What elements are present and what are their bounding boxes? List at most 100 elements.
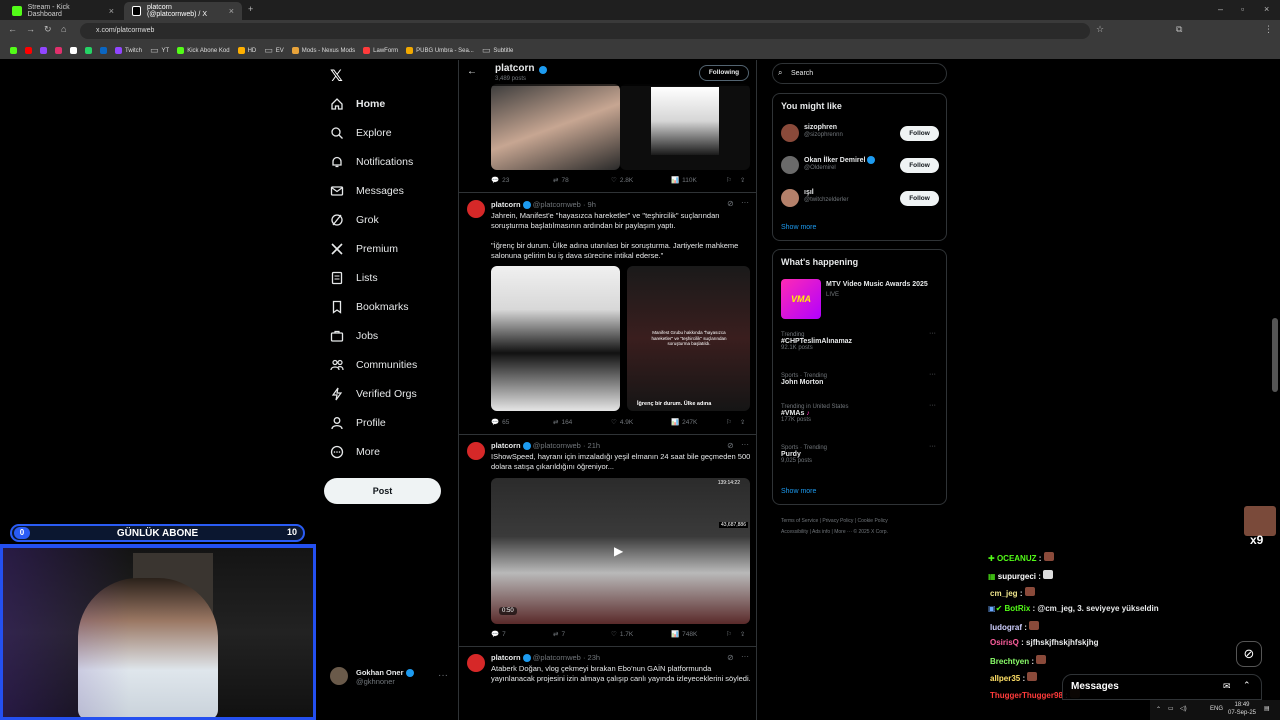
bookmark-pubg[interactable]: PUBG Umbra - Sea... [406,47,474,54]
trend-item[interactable]: Sports · Trending John Morton [781,373,941,386]
tab-platcorn[interactable]: platcorn (@platcornweb) / X × [124,2,242,20]
footer-link[interactable]: Accessibility [781,529,808,535]
avatar[interactable] [467,442,485,460]
more-icon[interactable]: ··· [741,440,749,449]
account-switcher[interactable]: Gokhan Oner @gkhnoner [356,668,414,686]
nav-profile[interactable]: Profile [330,413,386,433]
avatar[interactable] [781,156,799,174]
retweet-button[interactable]: ⇄ 7 [553,630,611,639]
maximize-button[interactable]: ▫ [1241,4,1244,14]
bookmark-star-icon[interactable]: ☆ [1096,24,1104,35]
bookmark-icon[interactable]: ⚐ [726,630,732,638]
views-button[interactable]: 📊 748K [671,630,726,639]
trend-item[interactable]: Trending in United States #VMAs ♪ 177K p… [781,404,941,423]
nav-jobs[interactable]: Jobs [330,326,378,346]
share-icon[interactable]: ⇪ [740,418,745,426]
home-icon[interactable]: ⌂ [61,24,66,34]
trend-more-icon[interactable]: ··· [929,371,936,378]
bookmark-twitch-icon[interactable] [40,47,47,54]
vma-logo[interactable]: VMA [781,279,821,319]
follow-button[interactable]: Follow [900,158,939,173]
nav-verified-orgs[interactable]: Verified Orgs [330,384,417,404]
x-logo-icon[interactable]: 𝕏 [330,66,343,86]
follow-button[interactable]: Follow [900,191,939,206]
show-more-link[interactable]: Show more [781,224,816,231]
following-button[interactable]: Following [699,65,749,81]
url-field[interactable]: x.com/platcornweb [80,23,1090,39]
like-button[interactable]: ♡ 4.9K [611,418,671,427]
author-name[interactable]: platcorn [491,653,521,662]
tweet-video[interactable]: 139:14:22 43,687,886 ▶ 0:50 [491,478,750,624]
tweet-time[interactable]: · 21h [583,441,600,450]
bookmark-twitch[interactable]: Twitch [115,47,142,54]
tweet-image-stage[interactable]: Manifest Grubu hakkında "hayasızca harek… [627,266,750,411]
bookmark-instagram-icon[interactable] [55,47,62,54]
footer-link[interactable]: Terms of Service [781,518,818,524]
back-arrow-icon[interactable]: ← [467,66,477,77]
expand-icon[interactable]: ⌃ [1243,680,1251,691]
play-icon[interactable]: ▶ [614,544,623,558]
messages-drawer[interactable]: Messages ✉ ⌃ [1062,674,1262,700]
search-input[interactable]: Search [772,63,947,84]
avatar[interactable] [781,124,799,142]
bookmark-x-icon[interactable] [70,47,77,54]
extensions-icon[interactable]: ⧉ [1176,24,1182,35]
nav-lists[interactable]: Lists [330,268,378,288]
avatar[interactable] [781,189,799,207]
author-name[interactable]: platcorn [491,441,521,450]
retweet-button[interactable]: ⇄ 164 [553,418,611,427]
reply-button[interactable]: 💬 7 [491,630,553,639]
bookmark-kick-abone[interactable]: Kick Abone Kod [177,47,230,54]
language-indicator[interactable]: ENG [1210,706,1223,712]
reload-icon[interactable]: ↻ [44,24,52,35]
nav-premium[interactable]: Premium [330,239,398,259]
bookmark-lawform[interactable]: LawForm [363,47,398,54]
close-icon[interactable]: × [229,6,234,16]
minimize-button[interactable]: – [1218,4,1223,14]
nav-notifications[interactable]: Notifications [330,152,413,172]
bookmark-icon[interactable]: ⚐ [726,418,732,426]
tab-kick-dashboard[interactable]: Stream - Kick Dashboard × [4,2,122,20]
nav-home[interactable]: Home [330,94,385,114]
nav-messages[interactable]: Messages [330,181,404,201]
bookmark-linkedin-icon[interactable] [100,47,107,54]
trend-more-icon[interactable]: ··· [929,330,936,337]
window-close-button[interactable]: × [1264,4,1269,14]
avatar[interactable] [330,667,348,685]
bookmark-hd[interactable]: HD [237,47,256,54]
tweet-image-group[interactable] [491,266,620,411]
bookmark-icon[interactable]: ⚐ [726,176,732,184]
bookmark-kick-icon[interactable] [10,47,17,54]
nav-communities[interactable]: Communities [330,355,417,375]
share-icon[interactable]: ⇪ [740,630,745,638]
new-tab-button[interactable]: + [248,4,253,14]
retweet-button[interactable]: ⇄ 78 [553,176,611,185]
nav-bookmarks[interactable]: Bookmarks [330,297,409,317]
trend-item[interactable]: Trending #CHPTeslimAlınamaz 92.1K posts [781,332,941,351]
tweet-image-portrait[interactable] [491,84,620,170]
trend-more-icon[interactable]: ··· [929,402,936,409]
close-icon[interactable]: × [109,6,114,16]
reply-button[interactable]: 💬 65 [491,418,553,427]
reply-button[interactable]: 💬 23 [491,176,553,185]
author-handle[interactable]: @platcornweb [533,441,581,450]
like-button[interactable]: ♡ 1.7K [611,630,671,639]
views-button[interactable]: 📊 247K [671,418,726,427]
compose-message-icon[interactable]: ✉ [1223,681,1231,692]
views-button[interactable]: 📊 110K [671,176,726,185]
footer-link[interactable]: Ads info [812,529,830,535]
trend-more-icon[interactable]: ··· [929,443,936,450]
tweet-image-group-photo[interactable] [620,84,750,170]
tweet-time[interactable]: · 23h [583,653,600,662]
footer-link[interactable]: More ··· [834,529,852,535]
footer-link[interactable]: Privacy Policy [822,518,853,524]
bookmark-nexus[interactable]: Mods - Nexus Mods [291,47,355,54]
suggested-user[interactable]: sizophren @sizophrennn [804,124,843,138]
post-button[interactable]: Post [324,478,441,504]
show-more-link[interactable]: Show more [781,488,816,495]
account-more-icon[interactable]: ··· [438,670,448,681]
suggested-user[interactable]: Okan İlker Demirel @Oldemirel [804,156,876,171]
more-icon[interactable]: ··· [741,652,749,661]
bookmark-yt[interactable]: ▭ YT [150,45,169,56]
share-icon[interactable]: ⇪ [740,176,745,184]
